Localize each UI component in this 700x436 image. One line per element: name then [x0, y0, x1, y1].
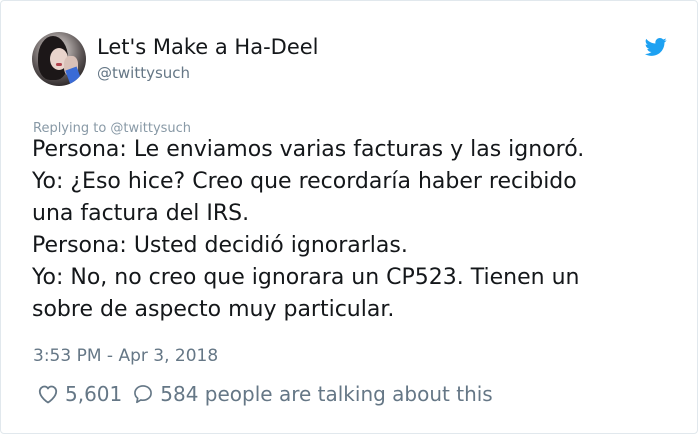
- speech-bubble-icon[interactable]: [132, 383, 154, 405]
- avatar-lips: [56, 63, 62, 66]
- tweet-card: Let's Make a Ha-Deel @twittysuch Replyin…: [0, 0, 698, 434]
- twitter-bird-icon[interactable]: [643, 36, 669, 58]
- tweet-text: Persona: Le enviamos varias facturas y l…: [32, 134, 672, 326]
- talking-about-count[interactable]: 584 people are talking about this: [160, 381, 492, 407]
- like-count[interactable]: 5,601: [65, 381, 122, 407]
- tweet-line: una factura del IRS.: [32, 201, 250, 226]
- tweet-line: sobre de aspecto muy particular.: [32, 297, 395, 322]
- heart-icon[interactable]: [36, 382, 60, 406]
- avatar[interactable]: [32, 32, 86, 86]
- tweet-line: Persona: Usted decidió ignorarlas.: [32, 233, 408, 258]
- tweet-line: Yo: No, no creo que ignorara un CP523. T…: [32, 265, 580, 290]
- engagement-bar: 5,601 584 people are talking about this: [36, 381, 493, 407]
- tweet-timestamp[interactable]: 3:53 PM - Apr 3, 2018: [33, 345, 218, 367]
- author-display-name[interactable]: Let's Make a Ha-Deel: [97, 34, 319, 60]
- author-handle[interactable]: @twittysuch: [97, 63, 190, 83]
- avatar-sleeve: [65, 66, 83, 86]
- tweet-line: Persona: Le enviamos varias facturas y l…: [32, 137, 585, 162]
- tweet-line: Yo: ¿Eso hice? Creo que recordaría haber…: [32, 169, 577, 194]
